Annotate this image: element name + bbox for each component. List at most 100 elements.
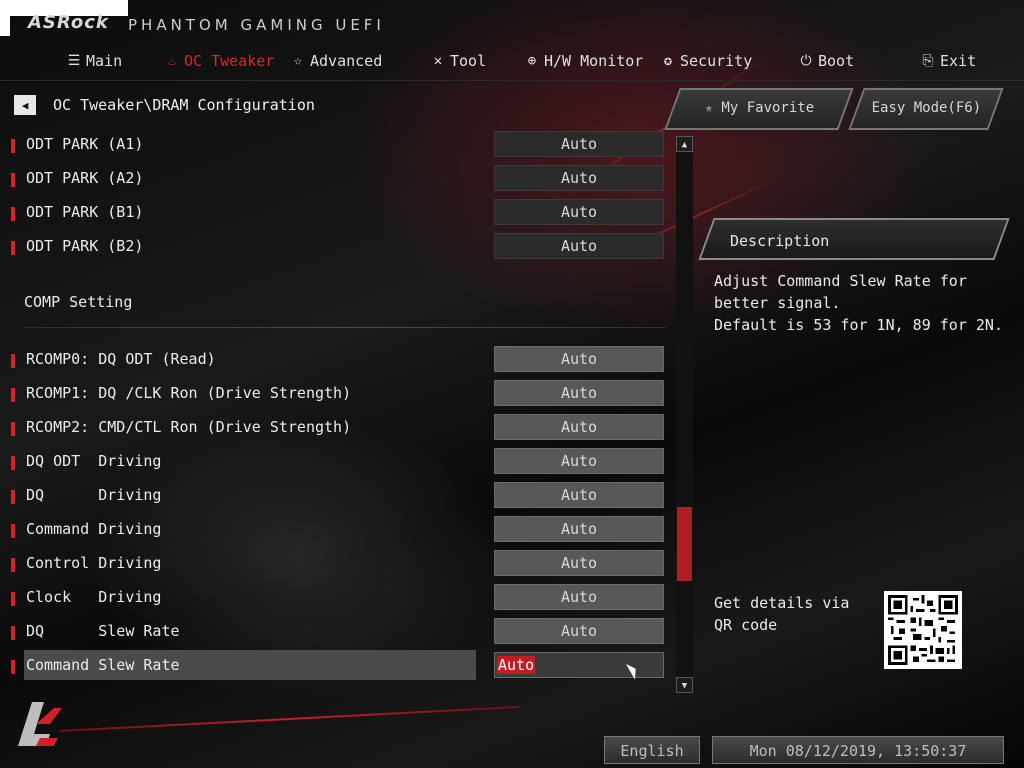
setting-value[interactable]: Auto — [494, 516, 664, 542]
tab-hw-monitor[interactable]: ⊕ H/W Monitor — [524, 52, 644, 70]
tab-label: H/W Monitor — [544, 52, 644, 70]
setting-label: Clock Driving — [26, 588, 162, 606]
row-marker — [11, 173, 15, 187]
exit-icon: ⎘ — [922, 53, 934, 69]
setting-value[interactable]: Auto — [494, 550, 664, 576]
setting-value-text: Auto — [497, 656, 536, 674]
logo-plate — [0, 16, 10, 36]
setting-label: Command Slew Rate — [26, 656, 180, 674]
list-icon: ☰ — [67, 53, 81, 69]
setting-value[interactable]: Auto — [494, 233, 664, 259]
brand-logo: ASRock — [28, 12, 109, 33]
setting-value[interactable]: Auto — [494, 346, 664, 372]
setting-value[interactable]: Auto — [494, 448, 664, 474]
my-favorite-label: My Favorite — [721, 100, 815, 116]
setting-row[interactable]: RCOMP0: DQ ODT (Read) Auto — [0, 346, 670, 374]
tab-label: Exit — [940, 52, 977, 70]
description-text: Adjust Command Slew Rate for better sign… — [714, 272, 1003, 334]
setting-row[interactable]: RCOMP1: DQ /CLK Ron (Drive Strength) Aut… — [0, 380, 670, 408]
shield-icon: ✪ — [663, 53, 673, 69]
setting-row[interactable]: Control Driving Auto — [0, 550, 670, 578]
setting-label: RCOMP2: CMD/CTL Ron (Drive Strength) — [26, 418, 352, 436]
row-marker — [11, 388, 15, 402]
back-button[interactable]: ◀ — [14, 95, 36, 115]
star-icon: ☆ — [293, 53, 303, 69]
setting-row[interactable]: ODT PARK (A1) Auto — [0, 131, 670, 159]
setting-row[interactable]: ODT PARK (B2) Auto — [0, 233, 670, 261]
scrollbar[interactable]: ▲ ▼ — [676, 136, 693, 693]
row-marker — [11, 592, 15, 606]
scrollbar-thumb[interactable] — [677, 507, 692, 581]
setting-label: RCOMP0: DQ ODT (Read) — [26, 350, 216, 368]
setting-row[interactable]: ODT PARK (A2) Auto — [0, 165, 670, 193]
tab-security[interactable]: ✪ Security — [660, 52, 752, 70]
row-marker — [11, 207, 15, 221]
setting-value[interactable]: Auto — [494, 618, 664, 644]
setting-label: RCOMP1: DQ /CLK Ron (Drive Strength) — [26, 384, 352, 402]
top-nav: ☰ Main ♨ OC Tweaker ☆ Advanced ✕ Tool ⊕ … — [0, 46, 1024, 81]
arrow-up-icon: ▲ — [681, 140, 688, 150]
setting-value[interactable]: Auto — [494, 584, 664, 610]
easy-mode-button[interactable]: Easy Mode(F6) — [848, 88, 1004, 130]
setting-label: ODT PARK (A2) — [26, 169, 144, 187]
tab-oc-tweaker[interactable]: ♨ OC Tweaker — [164, 52, 275, 70]
setting-value[interactable]: Auto — [494, 380, 664, 406]
power-icon: ⏻ — [800, 53, 812, 69]
setting-row[interactable]: RCOMP2: CMD/CTL Ron (Drive Strength) Aut… — [0, 414, 670, 442]
setting-value[interactable]: Auto — [494, 414, 664, 440]
setting-row[interactable]: DQ Driving Auto — [0, 482, 670, 510]
setting-row[interactable]: DQ ODT Driving Auto — [0, 448, 670, 476]
tab-label: Boot — [818, 52, 855, 70]
setting-value[interactable]: Auto — [494, 199, 664, 225]
row-marker — [11, 626, 15, 640]
setting-row[interactable]: DQ Slew Rate Auto — [0, 618, 670, 646]
back-arrow-icon: ◀ — [21, 98, 29, 112]
setting-row[interactable]: ODT PARK (B1) Auto — [0, 199, 670, 227]
row-marker — [11, 660, 15, 674]
section-title: COMP Setting — [24, 293, 133, 311]
tools-icon: ✕ — [433, 53, 443, 69]
tab-exit[interactable]: ⎘ Exit — [920, 52, 976, 70]
setting-row[interactable]: Command Driving Auto — [0, 516, 670, 544]
setting-row[interactable]: Clock Driving Auto — [0, 584, 670, 612]
scroll-down-button[interactable]: ▼ — [676, 677, 693, 693]
datetime-display: Mon 08/12/2019, 13:50:37 — [712, 736, 1004, 764]
setting-label: DQ ODT Driving — [26, 452, 162, 470]
tab-boot[interactable]: ⏻ Boot — [798, 52, 854, 70]
setting-label: ODT PARK (B1) — [26, 203, 144, 221]
tab-main[interactable]: ☰ Main — [66, 52, 122, 70]
section-divider — [24, 327, 666, 328]
tab-tool[interactable]: ✕ Tool — [430, 52, 486, 70]
arrow-down-icon: ▼ — [681, 681, 688, 691]
row-marker — [11, 490, 15, 504]
tab-label: Main — [86, 52, 123, 70]
tab-advanced[interactable]: ☆ Advanced — [290, 52, 382, 70]
my-favorite-button[interactable]: ★ My Favorite — [664, 88, 854, 130]
flame-icon: ♨ — [167, 53, 177, 69]
setting-value[interactable]: Auto — [494, 165, 664, 191]
setting-label: ODT PARK (A1) — [26, 135, 144, 153]
setting-label: Control Driving — [26, 554, 162, 572]
row-marker — [11, 354, 15, 368]
row-marker — [11, 558, 15, 572]
monitor-icon: ⊕ — [527, 53, 537, 69]
setting-value[interactable]: Auto — [494, 482, 664, 508]
setting-row-selected[interactable]: Command Slew Rate Auto — [0, 650, 670, 680]
setting-label: Command Driving — [26, 520, 162, 538]
row-marker — [11, 139, 15, 153]
setting-label: DQ Slew Rate — [26, 622, 180, 640]
breadcrumb: OC Tweaker\DRAM Configuration — [53, 96, 315, 114]
phantom-gaming-logo-icon — [18, 702, 62, 746]
scroll-up-button[interactable]: ▲ — [676, 136, 693, 152]
language-button[interactable]: English — [604, 736, 700, 764]
row-marker — [11, 422, 15, 436]
tab-label: OC Tweaker — [184, 52, 275, 70]
setting-label: DQ Driving — [26, 486, 162, 504]
description-title: Description — [730, 232, 830, 250]
setting-value[interactable]: Auto — [494, 131, 664, 157]
app-title: PHANTOM GAMING UEFI — [128, 16, 385, 34]
qr-code — [884, 591, 962, 669]
setting-label: ODT PARK (B2) — [26, 237, 144, 255]
easy-mode-label: Easy Mode(F6) — [871, 100, 982, 116]
star-icon: ★ — [704, 100, 722, 116]
